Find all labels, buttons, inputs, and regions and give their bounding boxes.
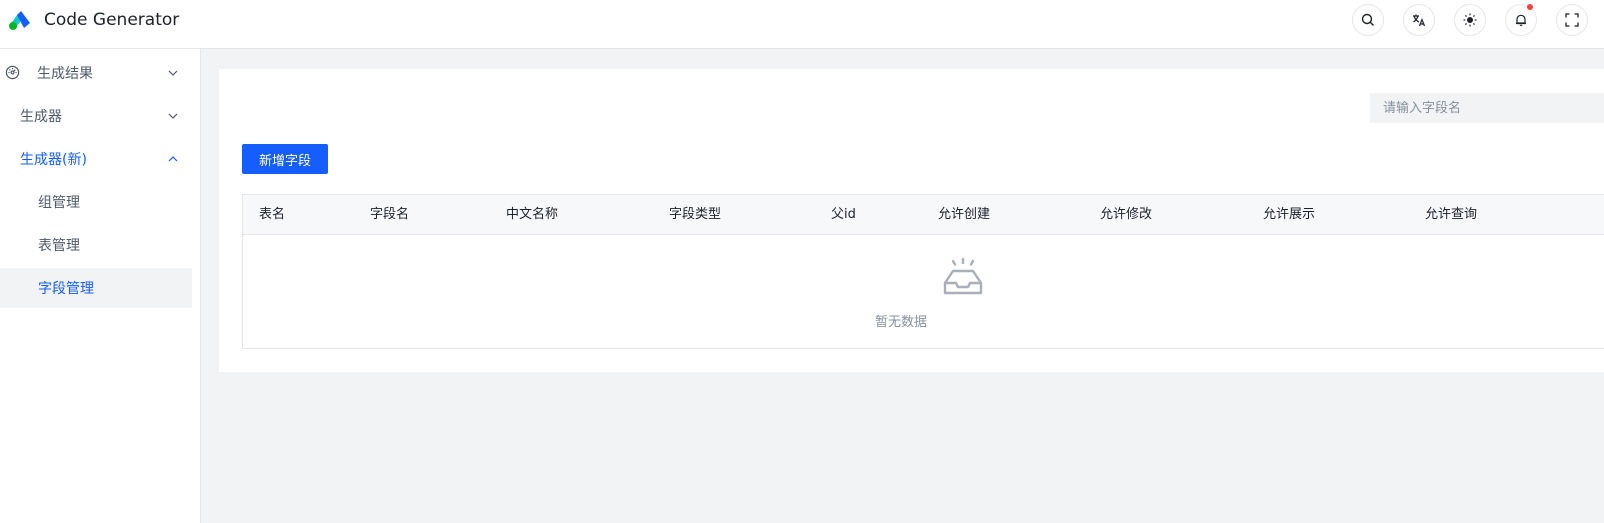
top-header: Code Generator (0, 0, 1604, 49)
fullscreen-icon (1565, 13, 1579, 27)
notification-badge (1527, 4, 1533, 10)
column-header-parent-id: 父id (831, 207, 856, 222)
column-header-allow-create: 允许创建 (938, 207, 991, 222)
sidebar: 生成结果 生成器 生成器(新) 组管理 表管理 字段管理 (0, 49, 201, 523)
table-header: 表名 字段名 中文名称 字段类型 父id 允许创建 允许修改 允许展示 允许查询 (243, 195, 1604, 235)
chevron-down-icon (168, 113, 178, 119)
column-header-table-name: 表名 (259, 207, 286, 222)
sidebar-item-group-management[interactable]: 组管理 (0, 182, 192, 222)
chevron-up-icon (168, 156, 178, 162)
sidebar-item-label: 表管理 (38, 238, 80, 254)
app-title: Code Generator (44, 10, 180, 30)
column-header-field-type: 字段类型 (669, 207, 722, 222)
column-header-chinese-name: 中文名称 (506, 207, 559, 222)
sidebar-item-generation-results[interactable]: 生成结果 (0, 53, 192, 93)
column-header-allow-display: 允许展示 (1263, 207, 1316, 222)
field-name-search-input[interactable] (1370, 93, 1604, 123)
translate-icon (1413, 14, 1426, 27)
sidebar-item-generator[interactable]: 生成器 (0, 96, 192, 136)
app-logo-icon (9, 11, 30, 30)
notification-button[interactable] (1505, 4, 1537, 36)
content-card: 新增字段 表名 字段名 中文名称 字段类型 父id 允许创建 允许修改 允许展示… (219, 69, 1604, 372)
chevron-down-icon (168, 70, 178, 76)
sidebar-item-generator-new[interactable]: 生成器(新) (0, 139, 192, 179)
sidebar-item-field-management[interactable]: 字段管理 (0, 268, 192, 308)
add-field-button[interactable]: 新增字段 (242, 144, 328, 174)
column-header-allow-query: 允许查询 (1425, 207, 1478, 222)
sidebar-item-label: 生成器(新) (20, 152, 87, 168)
column-header-allow-edit: 允许修改 (1100, 207, 1153, 222)
language-button[interactable] (1403, 4, 1435, 36)
search-button[interactable] (1352, 4, 1384, 36)
search-icon (1361, 13, 1374, 26)
theme-button[interactable] (1454, 4, 1486, 36)
sidebar-item-label: 字段管理 (38, 281, 94, 297)
column-header-field-name: 字段名 (370, 207, 410, 222)
empty-inbox-icon (943, 257, 983, 295)
sidebar-item-label: 生成结果 (37, 66, 93, 82)
fullscreen-button[interactable] (1556, 4, 1588, 36)
fields-table: 表名 字段名 中文名称 字段类型 父id 允许创建 允许修改 允许展示 允许查询… (242, 194, 1604, 349)
notification-bell-icon (1516, 14, 1526, 26)
dashboard-icon (5, 65, 20, 80)
sidebar-item-label: 组管理 (38, 195, 80, 211)
sidebar-item-label: 生成器 (20, 109, 62, 125)
theme-toggle-icon (1463, 13, 1477, 27)
empty-state-text: 暂无数据 (874, 315, 927, 330)
sidebar-item-table-management[interactable]: 表管理 (0, 225, 192, 265)
